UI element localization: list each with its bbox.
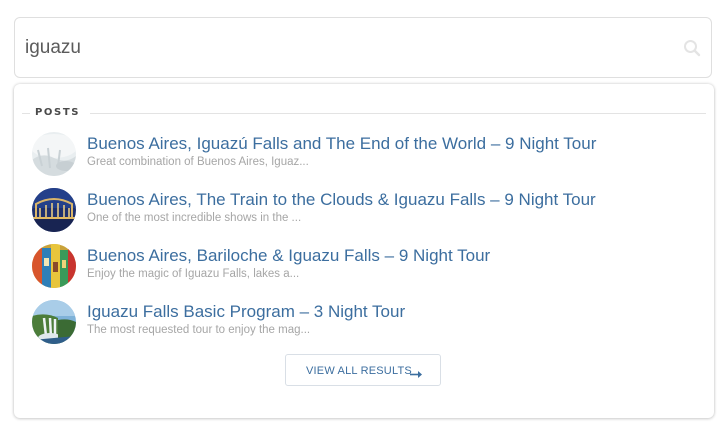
result-title[interactable]: Buenos Aires, The Train to the Clouds & … [87, 190, 596, 210]
result-item[interactable]: Buenos Aires, The Train to the Clouds & … [32, 188, 692, 234]
search-icon[interactable] [683, 39, 701, 57]
divider [90, 113, 706, 114]
search-input[interactable] [25, 32, 665, 64]
result-excerpt: Enjoy the magic of Iguazu Falls, lakes a… [87, 268, 300, 280]
result-excerpt: Great combination of Buenos Aires, Iguaz… [87, 156, 309, 168]
result-item[interactable]: Buenos Aires, Iguazú Falls and The End o… [32, 132, 692, 178]
arrow-right-icon [410, 366, 423, 378]
result-title[interactable]: Buenos Aires, Bariloche & Iguazu Falls –… [87, 246, 490, 266]
search-results-dropdown: POSTS Buenos Aires, Iguazú Falls and The… [14, 84, 714, 418]
section-title-posts: POSTS [35, 107, 81, 118]
result-thumbnail[interactable] [32, 300, 76, 344]
result-excerpt: One of the most incredible shows in the … [87, 212, 302, 224]
divider [22, 113, 30, 114]
section-header: POSTS [22, 107, 706, 121]
result-item[interactable]: Buenos Aires, Bariloche & Iguazu Falls –… [32, 244, 692, 290]
search-box[interactable] [14, 17, 712, 78]
result-title[interactable]: Buenos Aires, Iguazú Falls and The End o… [87, 134, 596, 154]
result-thumbnail[interactable] [32, 244, 76, 288]
result-excerpt: The most requested tour to enjoy the mag… [87, 324, 311, 336]
result-thumbnail[interactable] [32, 188, 76, 232]
view-all-results-label: VIEW ALL RESULTS [306, 365, 412, 377]
result-title[interactable]: Iguazu Falls Basic Program – 3 Night Tou… [87, 302, 405, 322]
view-all-results-button[interactable]: VIEW ALL RESULTS [285, 354, 441, 386]
result-thumbnail[interactable] [32, 132, 76, 176]
result-item[interactable]: Iguazu Falls Basic Program – 3 Night Tou… [32, 300, 692, 346]
